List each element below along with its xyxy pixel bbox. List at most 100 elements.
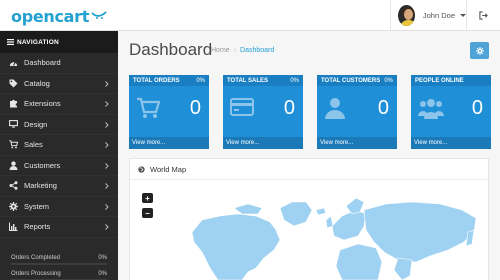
- user-menu[interactable]: John Doe: [390, 0, 466, 31]
- progress-row: Orders Completed 0%: [11, 255, 107, 261]
- chevron-right-icon: [105, 183, 109, 189]
- avatar: [398, 5, 415, 26]
- nav-heading-label: NAVIGATION: [17, 38, 59, 46]
- sidebar-item-design[interactable]: Design: [0, 115, 118, 135]
- logo-text: opencart: [11, 7, 90, 26]
- tile-people-online: PEOPLE ONLINE 0 View more...: [411, 75, 491, 149]
- puzzle-icon: [9, 99, 18, 108]
- progress-value: 0%: [98, 255, 107, 261]
- monitor-icon: [9, 120, 18, 129]
- sidebar-item-system[interactable]: System: [0, 197, 118, 217]
- progress-value: 0%: [98, 271, 107, 277]
- opencart-logo[interactable]: opencart: [11, 4, 107, 26]
- bars-icon: [7, 39, 14, 45]
- breadcrumb-current[interactable]: Dashboard: [240, 47, 274, 54]
- tile-percent: 0%: [384, 77, 393, 84]
- sidebar-item-marketing[interactable]: Marketing: [0, 176, 118, 197]
- user-icon: [9, 161, 18, 170]
- page-title: Dashboard: [129, 40, 213, 59]
- tile-body: 0: [129, 86, 209, 137]
- progress-label: Orders Completed: [11, 255, 61, 261]
- map-canada-islands: [233, 203, 263, 215]
- progress-bar-completed: [11, 263, 107, 265]
- map-europe: [331, 209, 367, 241]
- tile-body: 0: [411, 86, 491, 137]
- chevron-right-icon: [105, 101, 109, 107]
- sidebar-item-label: Design: [24, 119, 48, 129]
- view-more-link[interactable]: View more...: [129, 137, 209, 149]
- map-africa: [335, 243, 383, 280]
- sidebar-item-sales[interactable]: Sales: [0, 135, 118, 156]
- tile-value: 0: [283, 97, 295, 119]
- credit-card-icon: [230, 98, 254, 116]
- user-name: John Doe: [422, 11, 455, 20]
- gear-icon: [475, 46, 484, 55]
- map-asia: [363, 201, 477, 263]
- tile-percent: 0%: [196, 77, 205, 84]
- cog-icon: [9, 201, 18, 211]
- cart-icon: [9, 140, 18, 149]
- dashboard-icon: [9, 58, 18, 67]
- logout-button[interactable]: [466, 0, 500, 31]
- breadcrumb-separator: ›: [233, 47, 237, 54]
- view-more-link[interactable]: View more...: [223, 137, 303, 149]
- chevron-right-icon: [105, 162, 109, 169]
- sign-out-icon: [479, 11, 488, 20]
- bar-chart-icon: [9, 222, 18, 232]
- progress-row: Orders Processing 0%: [11, 271, 107, 277]
- sidebar-item-label: Dashboard: [24, 58, 61, 68]
- sidebar-item-label: System: [24, 201, 50, 211]
- chevron-right-icon: [105, 142, 109, 148]
- tag-icon: [9, 79, 18, 88]
- tile-title: PEOPLE ONLINE: [415, 77, 464, 84]
- sidebar-item-catalog[interactable]: Catalog: [0, 74, 118, 94]
- map-title: World Map: [150, 164, 187, 174]
- sidebar: NAVIGATION Dashboard Catalog Extensions …: [0, 31, 118, 280]
- logo-cart-icon: [91, 11, 107, 19]
- sidebar-item-customers[interactable]: Customers: [0, 156, 118, 176]
- users-icon: [418, 99, 444, 119]
- tile-header: TOTAL CUSTOMERS 0%: [317, 75, 397, 86]
- progress-label: Orders Processing: [11, 271, 61, 277]
- tile-percent: 0%: [290, 77, 299, 84]
- tile-total-orders: TOTAL ORDERS 0% 0 View more...: [129, 75, 209, 149]
- settings-button[interactable]: [470, 42, 489, 59]
- sidebar-item-label: Customers: [24, 160, 61, 170]
- tile-total-sales: TOTAL SALES 0% 0 View more...: [223, 75, 303, 149]
- sidebar-item-reports[interactable]: Reports: [0, 217, 118, 238]
- tile-title: TOTAL CUSTOMERS: [321, 77, 381, 84]
- chevron-right-icon: [105, 203, 109, 210]
- view-more-link[interactable]: View more...: [317, 137, 397, 149]
- chevron-right-icon: [105, 224, 109, 230]
- tile-value: 0: [471, 97, 483, 119]
- map-panel-header: World Map: [130, 159, 488, 180]
- tile-body: 0: [317, 86, 397, 137]
- tile-title: TOTAL SALES: [227, 77, 269, 84]
- world-map[interactable]: [130, 180, 490, 280]
- globe-icon: [138, 165, 145, 173]
- sidebar-item-dashboard[interactable]: Dashboard: [0, 53, 118, 74]
- map-greenland: [279, 201, 313, 227]
- tile-title: TOTAL ORDERS: [133, 77, 180, 84]
- map-north-america: [191, 213, 281, 280]
- world-map-panel: World Map + −: [129, 158, 489, 280]
- cart-icon: [137, 97, 160, 118]
- sidebar-item-label: Catalog: [24, 78, 50, 88]
- tile-header: TOTAL SALES 0%: [223, 75, 303, 86]
- sidebar-item-extensions[interactable]: Extensions: [0, 94, 118, 115]
- sidebar-item-label: Extensions: [24, 99, 61, 109]
- map-india: [393, 257, 413, 280]
- sidebar-item-label: Reports: [24, 222, 51, 232]
- share-icon: [9, 181, 18, 190]
- tile-value: 0: [377, 97, 389, 119]
- chevron-right-icon: [105, 80, 109, 87]
- sidebar-item-label: Sales: [24, 140, 43, 150]
- map-scandinavia: [345, 197, 365, 215]
- view-more-link[interactable]: View more...: [411, 137, 491, 149]
- tile-body: 0: [223, 86, 303, 137]
- tile-header: TOTAL ORDERS 0%: [129, 75, 209, 86]
- tile-header: PEOPLE ONLINE: [411, 75, 491, 86]
- map-uk: [325, 215, 334, 229]
- breadcrumb: Home › Dashboard: [211, 47, 274, 54]
- breadcrumb-home[interactable]: Home: [211, 47, 230, 54]
